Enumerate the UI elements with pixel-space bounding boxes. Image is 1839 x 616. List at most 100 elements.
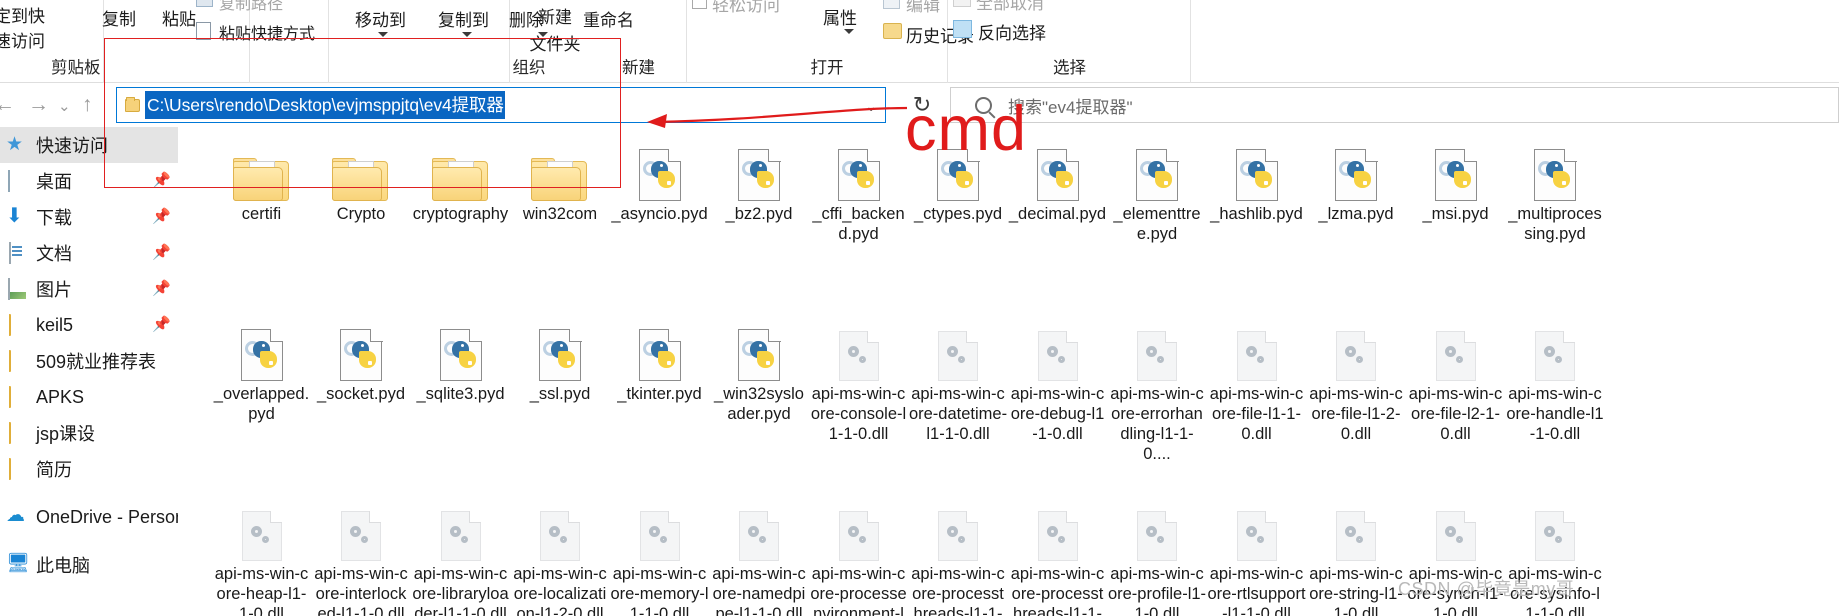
file-item[interactable]: _hashlib.pyd [1207,135,1306,224]
sidebar-item-jsp[interactable]: jsp课设 [0,415,178,451]
sidebar-item-desktop[interactable]: 桌面 📌 [0,163,178,199]
sidebar-item-apks[interactable]: APKS [0,379,178,415]
rename-button[interactable]: 重命名 [583,6,634,31]
file-item[interactable]: api-ms-win-core-processenvironment-l1-1-… [809,495,908,616]
copy-button[interactable]: 复制 [102,5,136,30]
annotation-arrow [645,104,910,138]
file-item[interactable]: api-ms-win-core-file-l1-1-0.dll [1207,315,1306,444]
file-item[interactable]: _cffi_backend.pyd [809,135,908,244]
file-item[interactable]: win32com [511,135,610,224]
file-item[interactable]: api-ms-win-core-memory-l1-1-0.dll [610,495,709,616]
file-item[interactable]: api-ms-win-core-console-l1-1-0.dll [809,315,908,444]
file-item[interactable]: _elementtree.pyd [1108,135,1207,244]
file-item[interactable]: api-ms-win-core-debug-l1-1-0.dll [1008,315,1107,444]
file-item[interactable]: certifi [212,135,311,224]
copy-path-button[interactable]: 复制路径 [219,0,283,14]
file-item[interactable]: api-ms-win-core-libraryloader-l1-1-0.dll [411,495,510,616]
file-grid[interactable]: certifi Crypto cryptography win32com _asynci… [200,127,1839,616]
file-item[interactable]: _overlapped.pyd [212,315,311,424]
sidebar-item-documents[interactable]: 文档 📌 [0,235,178,271]
file-item[interactable]: api-ms-win-core-namedpipe-l1-1-0.dll [710,495,809,616]
sidebar-item-keil5[interactable]: keil5 📌 [0,307,178,343]
easy-access-checkbox[interactable] [692,0,707,9]
watermark-text: CSDN @毕竟是my哥 [1398,579,1575,599]
sidebar-item-onedrive[interactable]: ☁ OneDrive - Personal [0,499,178,535]
file-item[interactable]: api-ms-win-core-heap-l1-1-0.dll [212,495,311,616]
pin-icon[interactable]: 📌 [152,209,171,225]
file-item[interactable]: _multiprocessing.pyd [1506,135,1605,244]
file-item[interactable]: api-ms-win-core-localization-l1-2-0.dll [511,495,610,616]
move-to-button[interactable]: 移动到 [355,6,406,31]
sidebar-item-509[interactable]: 509就业推荐表 [0,343,178,379]
file-item[interactable]: _win32sysloader.pyd [710,315,809,424]
file-item[interactable]: api-ms-win-core-handle-l1-1-0.dll [1506,315,1605,444]
file-item[interactable]: _socket.pyd [312,315,411,404]
pin-to-quick-access-button[interactable]: 定到快 速访问 [0,4,45,54]
paste-shortcut-button[interactable]: 粘贴快捷方式 [219,20,315,44]
sidebar-item-quick-access[interactable]: ★ 快速访问 [0,127,178,163]
file-item[interactable]: _msi.pyd [1406,135,1505,224]
ribbon-group-title-open: 打开 [810,59,844,77]
select-none-button[interactable]: 全部取消 [976,0,1044,14]
sidebar-item-pictures[interactable]: 图片 📌 [0,271,178,307]
file-name-label: _multiprocessing.pyd [1508,205,1602,243]
pin-icon[interactable]: 📌 [152,173,171,189]
folder-icon [6,386,28,408]
copy-to-chevron-down-icon[interactable] [462,32,472,37]
sidebar-item-label: 快速访问 [36,136,108,156]
back-button[interactable]: ← [0,94,15,116]
pin-icon[interactable]: 📌 [152,245,171,261]
up-button[interactable]: ↑ [82,94,93,116]
dll-file-icon [241,511,282,561]
file-item[interactable]: _tkinter.pyd [610,315,709,404]
folder-icon [531,155,589,201]
easy-access-button[interactable]: 轻松访问 [712,0,780,16]
file-item[interactable]: api-ms-win-core-rtlsupport-l1-1-0.dll [1207,495,1306,616]
file-icon-wrap [411,495,510,561]
file-name-label: api-ms-win-core-processthreads-l1-1-1.dl… [1010,565,1105,616]
file-item[interactable]: api-ms-win-core-datetime-l1-1-0.dll [909,315,1008,444]
sidebar-item-resume[interactable]: 简历 [0,451,178,487]
new-folder-button[interactable]: 新建 文件夹 [525,4,585,58]
file-icon-wrap [1207,315,1306,381]
pin-icon[interactable]: 📌 [152,317,171,333]
file-item[interactable]: _bz2.pyd [710,135,809,224]
file-name-label: _win32sysloader.pyd [714,385,804,423]
file-item[interactable]: cryptography [411,135,510,224]
pin-icon[interactable]: 📌 [152,281,171,297]
copy-path-icon [196,0,213,7]
file-item[interactable]: api-ms-win-core-file-l1-2-0.dll [1307,315,1406,444]
recent-locations-button[interactable]: ⌄ [58,96,71,118]
file-icon-wrap [1108,135,1207,201]
sidebar-item-downloads[interactable]: ⬇ 下载 📌 [0,199,178,235]
search-input[interactable]: 搜索"ev4提取器" [950,87,1839,123]
file-item[interactable]: api-ms-win-core-file-l2-1-0.dll [1406,315,1505,444]
dll-file-icon [1037,331,1078,381]
file-item[interactable]: api-ms-win-core-string-l1-1-0.dll [1307,495,1406,616]
forward-button[interactable]: → [28,94,49,116]
file-name-label: _overlapped.pyd [213,385,310,423]
file-name-label: _decimal.pyd [1008,205,1107,223]
invert-selection-button[interactable]: 反向选择 [978,19,1046,44]
file-item[interactable]: _ssl.pyd [511,315,610,404]
edit-button[interactable]: 编辑 [906,0,940,16]
file-item[interactable]: api-ms-win-core-processthreads-l1-1-0.dl… [909,495,1008,616]
file-item[interactable]: _lzma.pyd [1307,135,1406,224]
file-list-pane[interactable]: certifi Crypto cryptography win32com _asynci… [178,127,1839,616]
file-item[interactable]: api-ms-win-core-processthreads-l1-1-1.dl… [1008,495,1107,616]
file-item[interactable]: api-ms-win-core-profile-l1-1-0.dll [1108,495,1207,616]
file-item[interactable]: _asyncio.pyd [610,135,709,224]
properties-button[interactable]: 属性 [823,4,857,29]
file-explorer-window: 定到快 速访问 复制 粘贴 剪贴板 复制路径 粘贴快捷方式 移动到 复制到 组织… [0,0,1839,616]
file-item[interactable]: api-ms-win-core-interlocked-l1-1-0.dll [312,495,411,616]
properties-chevron-down-icon[interactable] [844,29,854,34]
sidebar-item-this-pc[interactable]: 🖥 此电脑 [0,547,178,583]
python-file-icon [638,148,681,201]
copy-to-button[interactable]: 复制到 [438,6,489,31]
dll-file-icon [1137,511,1177,561]
navigation-sidebar[interactable]: ★ 快速访问 桌面 📌 ⬇ 下载 📌 文档 📌 图片 📌 keil5 📌 509… [0,127,178,616]
move-to-chevron-down-icon[interactable] [378,32,388,37]
file-item[interactable]: api-ms-win-core-errorhandling-l1-1-0.... [1108,315,1207,464]
file-item[interactable]: _sqlite3.pyd [411,315,510,404]
file-item[interactable]: Crypto [312,135,411,224]
